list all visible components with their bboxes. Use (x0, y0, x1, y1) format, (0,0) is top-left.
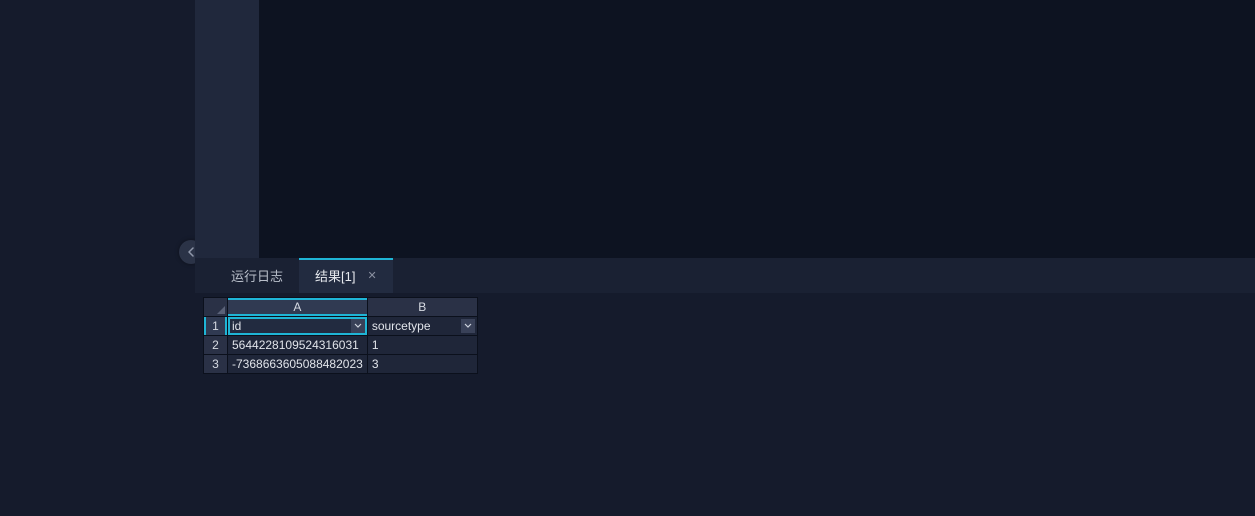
left-sidebar (0, 0, 195, 516)
main-panel: 运行日志 结果[1] ✕ A B 1 id (195, 0, 1255, 516)
results-panel: A B 1 id sourcetype (195, 293, 1255, 516)
chevron-left-icon (187, 247, 195, 257)
cell-B2[interactable]: 1 (367, 336, 477, 355)
cell-value: sourcetype (372, 319, 431, 333)
table-row: 2 5644228109524316031 1 (204, 336, 478, 355)
tab-label: 结果[1] (315, 266, 355, 285)
column-header-row: A B (204, 298, 478, 317)
cell-A2[interactable]: 5644228109524316031 (228, 336, 368, 355)
chevron-down-icon (464, 323, 472, 329)
table-row: 3 -7368663605088482023 3 (204, 355, 478, 374)
filter-dropdown-button[interactable] (461, 319, 475, 333)
close-icon[interactable]: ✕ (367, 269, 376, 282)
grid-corner[interactable] (204, 298, 228, 317)
chevron-down-icon (354, 323, 362, 329)
editor-gutter (195, 0, 259, 258)
cell-value: 5644228109524316031 (232, 338, 359, 352)
cell-value: 3 (372, 357, 379, 371)
cell-A3[interactable]: -7368663605088482023 (228, 355, 368, 374)
tab-label: 运行日志 (231, 266, 283, 285)
cell-B1[interactable]: sourcetype (367, 317, 477, 336)
row-header[interactable]: 1 (204, 317, 228, 336)
cell-B3[interactable]: 3 (367, 355, 477, 374)
filter-dropdown-button[interactable] (351, 319, 365, 333)
app-root: 运行日志 结果[1] ✕ A B 1 id (0, 0, 1255, 516)
bottom-tab-bar: 运行日志 结果[1] ✕ (195, 258, 1255, 293)
column-header-B[interactable]: B (367, 298, 477, 317)
table-row: 1 id sourcetype (204, 317, 478, 336)
cell-value: id (232, 319, 241, 333)
tab-result[interactable]: 结果[1] ✕ (299, 258, 393, 293)
editor-body[interactable] (259, 0, 1255, 258)
cell-value: 1 (372, 338, 379, 352)
row-header[interactable]: 2 (204, 336, 228, 355)
cell-value: -7368663605088482023 (232, 357, 363, 371)
cell-A1[interactable]: id (228, 317, 368, 336)
row-header[interactable]: 3 (204, 355, 228, 374)
result-grid[interactable]: A B 1 id sourcetype (203, 297, 478, 374)
column-header-A[interactable]: A (228, 298, 368, 317)
editor-area (195, 0, 1255, 258)
tab-run-log[interactable]: 运行日志 (215, 258, 299, 293)
